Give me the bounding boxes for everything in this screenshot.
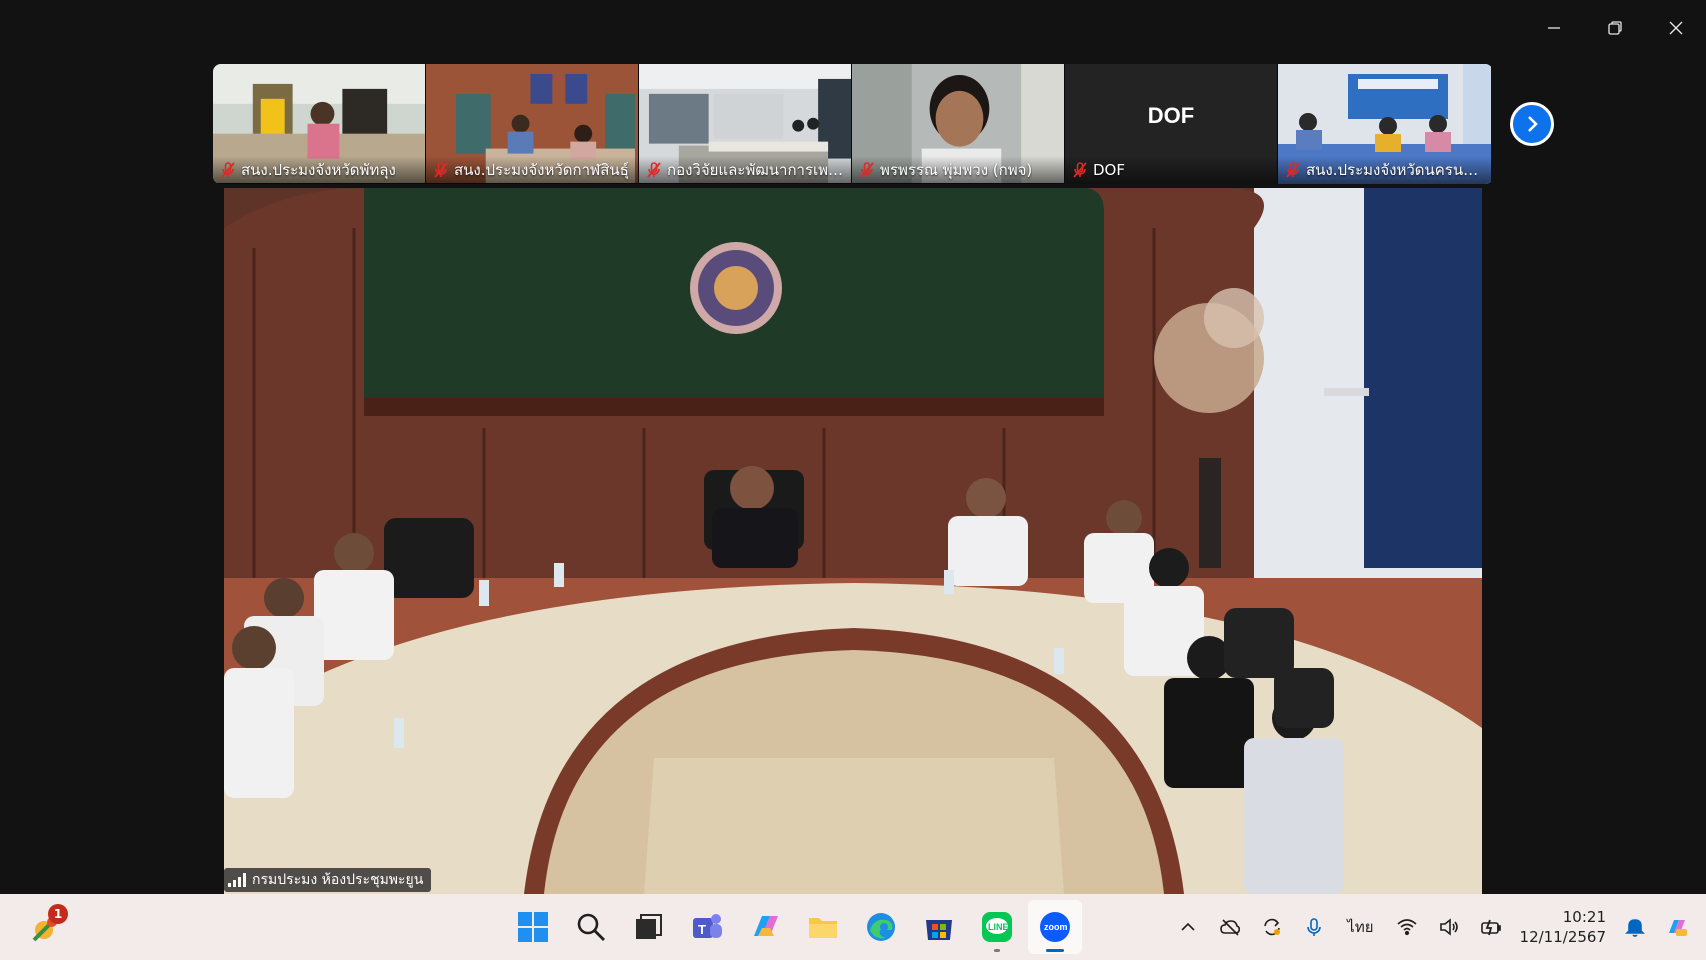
close-icon [1669,21,1682,35]
svg-text:zoom: zoom [1044,922,1068,932]
participant-avatar-text: DOF [1147,103,1195,128]
participant-name-bar: สนง.ประมงจังหวัดกาฬสินธุ์ [426,156,638,184]
muted-mic-icon [434,162,448,178]
muted-mic-icon [221,162,235,178]
line-app[interactable]: LINE [970,900,1024,954]
participant-name-bar: DOF [1065,156,1277,184]
clock[interactable]: 10:21 12/11/2567 [1512,907,1614,947]
running-indicator [994,949,1000,952]
battery-tray[interactable] [1470,907,1512,947]
participant-name: สนง.ประมงจังหวัดพัทลุง [241,161,396,179]
clock-time: 10:21 [1562,908,1606,926]
sync-icon [1264,918,1281,936]
notification-badge: 1 [48,904,68,924]
task-view-icon [636,914,662,939]
chevron-right-icon [1528,116,1538,132]
wifi-icon [1397,919,1417,936]
notification-center-button[interactable] [1614,907,1656,947]
copilot-preview-icon [1669,920,1687,936]
muted-mic-icon [860,162,874,178]
speaker-name: กรมประมง ห้องประชุมพะยูน [252,872,424,888]
wifi-tray[interactable] [1386,907,1428,947]
participant-name-bar: พรพรรณ พุ่มพวง (กพจ) [852,156,1064,184]
participant-tile[interactable]: พรพรรณ พุ่มพวง (กพจ) [852,64,1065,184]
zoom-app[interactable]: zoom [1028,900,1082,954]
chevron-up-icon [1181,922,1195,931]
line-icon: LINE [982,912,1012,942]
participant-name: กองวิจัยและพัฒนาการเพา... [667,161,845,179]
next-participants-button[interactable] [1510,102,1554,146]
participant-tile[interactable]: DOF DOF [1065,64,1278,184]
participant-tile[interactable]: กองวิจัยและพัฒนาการเพา... [639,64,852,184]
copilot-icon [754,916,778,936]
show-hidden-icons-button[interactable] [1167,907,1209,947]
participant-name-bar: สนง.ประมงจังหวัดนครนายก [1278,156,1491,184]
search-button[interactable] [564,900,618,954]
minimize-button[interactable] [1523,0,1584,56]
store-icon [926,920,952,940]
restore-icon [1607,21,1622,35]
participant-tile[interactable]: สนง.ประมงจังหวัดกาฬสินธุ์ [426,64,639,184]
muted-mic-icon [647,162,661,178]
search-icon [577,913,605,941]
microphone-icon [1307,918,1322,936]
volume-tray[interactable] [1428,907,1470,947]
main-video[interactable]: กรมประมง ห้องประชุมพะยูน [224,188,1482,894]
restore-button[interactable] [1584,0,1645,56]
svg-text:LINE: LINE [988,922,1009,932]
zoom-meeting-window: สนง.ประมงจังหวัดพัทลุง สนง.ประมงจังหวัดก… [0,0,1706,960]
running-indicator [1046,949,1064,952]
system-tray: ไทย 10:21 12/11/2567 [1167,894,1706,960]
clock-date: 12/11/2567 [1519,928,1606,946]
teams-app[interactable]: T [680,900,734,954]
minimize-icon [1547,27,1560,29]
zoom-icon: zoom [1040,912,1070,942]
onedrive-tray[interactable] [1209,907,1251,947]
participant-name: DOF [1093,161,1125,179]
participant-name-bar: สนง.ประมงจังหวัดพัทลุง [213,156,425,184]
muted-mic-icon [1073,162,1087,178]
microphone-tray[interactable] [1293,907,1335,947]
participant-name-bar: กองวิจัยและพัฒนาการเพา... [639,156,851,184]
copilot-tray[interactable] [1656,907,1698,947]
battery-charging-icon [1480,919,1501,936]
participant-name: พรพรรณ พุ่มพวง (กพจ) [880,161,1033,179]
cloud-offline-icon [1220,919,1241,936]
participant-name: สนง.ประมงจังหวัดนครนายก [1306,161,1485,179]
participant-name: สนง.ประมงจังหวัดกาฬสินธุ์ [454,161,629,179]
folder-icon [809,918,837,938]
connection-signal-icon [228,873,246,887]
close-button[interactable] [1645,0,1706,56]
teams-icon: T [693,914,722,938]
window-controls [1523,0,1706,56]
windows-icon [518,912,548,942]
taskbar: 1 T LINE zoom ไทย 10:21 12/11/2567 [0,894,1706,960]
active-speaker-label: กรมประมง ห้องประชุมพะยูน [224,868,432,892]
start-button[interactable] [506,900,560,954]
bell-icon [1625,919,1645,937]
participant-tile[interactable]: สนง.ประมงจังหวัดนครนายก [1278,64,1491,184]
muted-mic-icon [1286,162,1300,178]
volume-icon [1439,918,1458,936]
copilot-app[interactable] [738,900,792,954]
task-view-button[interactable] [622,900,676,954]
participant-tile[interactable]: สนง.ประมงจังหวัดพัทลุง [213,64,426,184]
weather-widget[interactable]: 1 [26,904,68,948]
edge-icon [867,913,895,941]
participant-strip: สนง.ประมงจังหวัดพัทลุง สนง.ประมงจังหวัดก… [213,64,1493,184]
meeting-room-video [224,188,1482,894]
sync-tray[interactable] [1251,907,1293,947]
taskbar-apps: T LINE zoom [506,900,1082,954]
svg-text:T: T [698,922,706,937]
edge-app[interactable] [854,900,908,954]
file-explorer-app[interactable] [796,900,850,954]
input-language[interactable]: ไทย [1335,915,1385,939]
store-app[interactable] [912,900,966,954]
